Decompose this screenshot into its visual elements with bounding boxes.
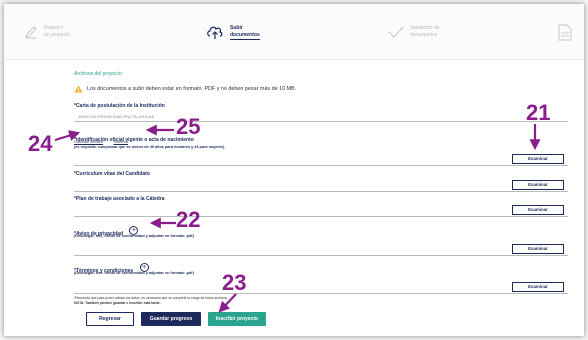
annotation-22: 22 xyxy=(176,207,201,232)
annotation-24: 24 xyxy=(28,131,53,156)
annotation-21: 21 xyxy=(526,100,551,125)
annotation-23: 23 xyxy=(222,270,247,295)
annotation-arrows xyxy=(54,124,541,313)
annotation-25: 25 xyxy=(176,114,201,139)
